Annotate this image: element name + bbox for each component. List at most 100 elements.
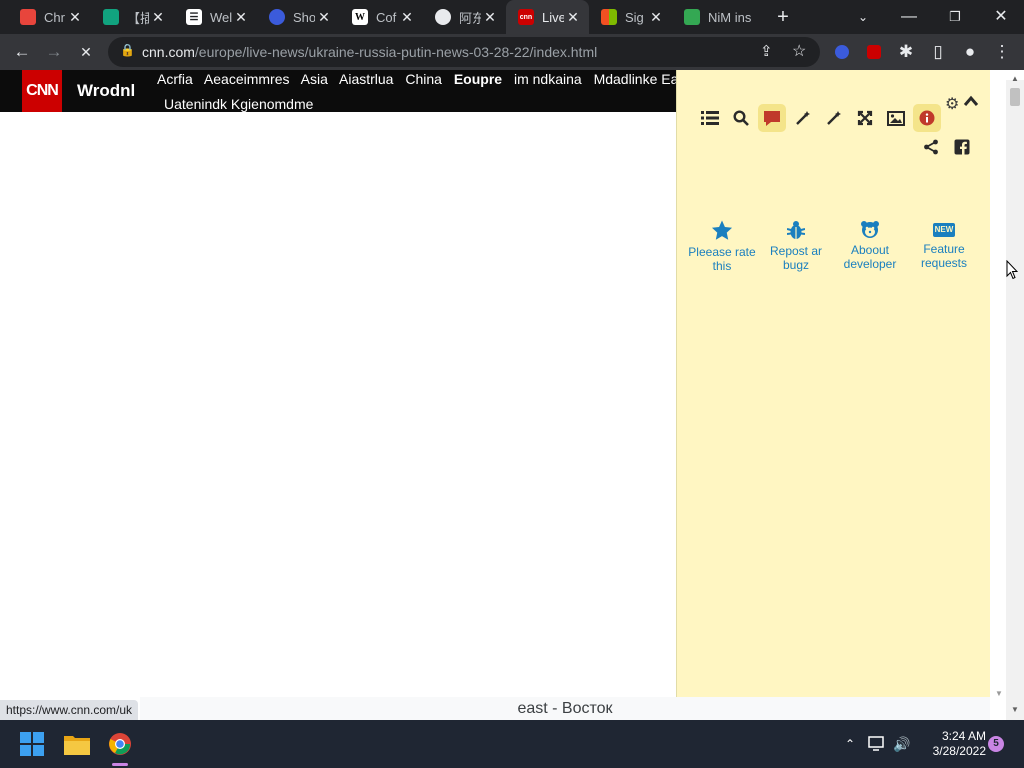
extensions-puzzle-icon[interactable]: ✱ (892, 38, 920, 66)
tab-title: 阿东 (459, 10, 481, 26)
magic-wand-icon[interactable] (789, 104, 817, 132)
close-icon[interactable]: ✕ (565, 9, 581, 25)
chrome-store-icon (20, 9, 36, 25)
collapse-chevron-icon[interactable] (963, 94, 979, 113)
share-icon[interactable]: ⇪ (760, 42, 773, 60)
chrome-taskbar-icon[interactable] (104, 720, 136, 768)
system-clock[interactable]: 3:24 AM 3/28/2022 (918, 729, 986, 759)
close-icon[interactable]: ✕ (67, 9, 83, 25)
nav-item[interactable]: Uatenindk Kgienomdme (164, 96, 313, 112)
developer-icon (861, 221, 879, 238)
nav-item[interactable]: Mdadlinke East (594, 71, 677, 87)
nav-item-active[interactable]: Eoupre (454, 71, 502, 87)
cnn-icon: cnn (518, 9, 534, 25)
new-badge-icon: NEW (933, 223, 955, 237)
address-bar[interactable]: 🔒 cnn.com/europe/live-news/ukraine-russi… (108, 37, 820, 67)
lock-icon[interactable]: 🔒 (120, 43, 135, 57)
panel-scroll-down-icon[interactable]: ▼ (995, 689, 1003, 698)
report-bug-link[interactable]: Repost ar bugz (760, 220, 832, 272)
tab-wikipedia[interactable]: W Cof ✕ (340, 0, 423, 34)
image-icon[interactable] (882, 104, 910, 132)
close-icon[interactable]: ✕ (482, 9, 498, 25)
tab-plugin[interactable]: 【插 ✕ (91, 0, 174, 34)
search-icon[interactable] (727, 104, 755, 132)
running-indicator (112, 763, 128, 766)
status-url: https://www.cnn.com/uk (0, 700, 139, 720)
scroll-up-icon[interactable]: ▲ (1011, 74, 1019, 83)
scrollbar-thumb[interactable] (1010, 88, 1020, 106)
tab-nim[interactable]: NiM ins (672, 0, 755, 34)
comment-icon[interactable] (758, 104, 786, 132)
back-button[interactable]: ← (8, 38, 36, 66)
expand-icon[interactable] (851, 104, 879, 132)
minimize-button[interactable]: — (886, 0, 932, 34)
wikipedia-icon: W (352, 9, 368, 25)
link-label: Feature requests (920, 242, 968, 270)
section-title[interactable]: Wrodnl (77, 81, 135, 101)
microsoft-icon (601, 9, 617, 25)
tab-title: Chr (44, 9, 65, 25)
nim-icon (684, 9, 700, 25)
bookmark-star-icon[interactable]: ☆ (792, 41, 806, 61)
page-scrollbar[interactable]: ▲ ▼ (1006, 74, 1024, 720)
close-icon[interactable]: ✕ (648, 9, 664, 25)
close-icon[interactable]: ✕ (150, 9, 166, 25)
notification-badge[interactable]: 5 (988, 736, 1004, 752)
tab-sho[interactable]: Sho ✕ (257, 0, 340, 34)
tray-chevron-icon[interactable]: ⌃ (840, 720, 860, 768)
translation-bar: east - Восток (140, 697, 990, 720)
translation-text: east - Восток (517, 700, 613, 717)
tab-title: Cof (376, 9, 397, 25)
close-icon[interactable]: ✕ (233, 9, 249, 25)
facebook-icon[interactable] (948, 133, 976, 161)
windows-taskbar: ⌃ 🔊 3:24 AM 3/28/2022 (0, 720, 1024, 768)
tab-chr[interactable]: Chr ✕ (8, 0, 91, 34)
list-icon[interactable] (696, 104, 724, 132)
extension-r-icon[interactable] (860, 38, 888, 66)
clock-date: 3/28/2022 (932, 744, 986, 758)
new-tab-button[interactable]: + (760, 0, 806, 34)
browser-toolbar: ← → ✕ 🔒 cnn.com/europe/live-news/ukraine… (0, 34, 1024, 70)
forward-button[interactable]: → (40, 38, 68, 66)
close-window-button[interactable]: ✕ (978, 0, 1024, 34)
clock-time: 3:24 AM (941, 729, 986, 743)
extension-shield-icon[interactable] (828, 38, 856, 66)
tab-aliyun[interactable]: 阿东 ✕ (423, 0, 506, 34)
tab-strip: Chr ✕ 【插 ✕ ☰ Wel ✕ Sho ✕ W Cof ✕ 阿东 ✕ cn… (0, 0, 1024, 34)
tab-search-icon[interactable]: ⌄ (840, 0, 886, 34)
tab-welcome[interactable]: ☰ Wel ✕ (174, 0, 257, 34)
nav-item[interactable]: Asia (301, 71, 328, 87)
magic-wand-alt-icon[interactable] (820, 104, 848, 132)
tab-title: 【插 (127, 10, 149, 26)
volume-icon[interactable]: 🔊 (891, 720, 913, 768)
cnn-logo[interactable]: CNN (22, 70, 62, 112)
menu-kebab-icon[interactable]: ⋮ (988, 38, 1016, 66)
windows-start-icon[interactable] (16, 720, 48, 768)
side-panel-icon[interactable]: ▯ (924, 38, 952, 66)
file-explorer-icon[interactable] (61, 720, 93, 768)
info-icon[interactable] (913, 104, 941, 132)
restore-button[interactable]: ❐ (932, 0, 978, 34)
url-text[interactable]: cnn.com/europe/live-news/ukraine-russia-… (142, 44, 597, 60)
rate-link[interactable]: Pleease rate this (686, 220, 758, 273)
nav-item[interactable]: Acrfia (157, 71, 193, 87)
link-label: Pleease rate this (688, 245, 756, 273)
nav-item[interactable]: Aeaceimmres (204, 71, 290, 87)
stop-loading-icon[interactable]: ✕ (72, 38, 100, 66)
close-icon[interactable]: ✕ (399, 9, 415, 25)
about-developer-link[interactable]: Aboout developer (834, 220, 906, 271)
feature-requests-link[interactable]: NEW Feature requests (908, 220, 980, 270)
tab-live-active[interactable]: cnn Live ✕ (506, 0, 589, 34)
nav-item[interactable]: im ndkaina (514, 71, 582, 87)
nav-item[interactable]: China (405, 71, 442, 87)
settings-gear-icon[interactable]: ⚙ (945, 94, 959, 114)
profile-icon[interactable]: ● (956, 38, 984, 66)
share-icon[interactable] (917, 133, 945, 161)
scroll-down-icon[interactable]: ▼ (1011, 705, 1019, 714)
url-path: /europe/live-news/ukraine-russia-putin-n… (194, 44, 598, 60)
close-icon[interactable]: ✕ (316, 9, 332, 25)
tab-sign-in[interactable]: Sig ✕ (589, 0, 672, 34)
network-icon[interactable] (866, 720, 888, 768)
nav-item[interactable]: Aiastrlua (339, 71, 393, 87)
extension-panel: ⚙ Pleease rate this Repost ar bugz Aboou… (676, 70, 1003, 698)
